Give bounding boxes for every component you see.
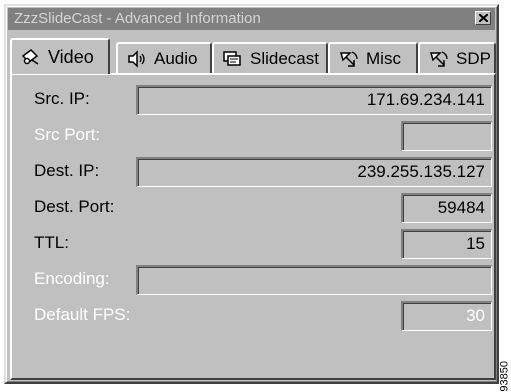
close-button[interactable]: [475, 11, 491, 25]
camera-icon: [21, 49, 39, 65]
tab-label: Audio: [154, 48, 198, 68]
tab-slidecast[interactable]: Slidecast: [212, 42, 328, 73]
dest-ip-field[interactable]: 239.255.135.127: [136, 157, 492, 187]
tab-sdp[interactable]: SDP: [418, 42, 496, 73]
dest-port-field[interactable]: 59484: [401, 193, 492, 223]
satellite-icon: [430, 50, 448, 67]
title-bar[interactable]: ZzzSlideCast - Advanced Information: [8, 8, 495, 30]
dest-ip-label: Dest. IP:: [34, 161, 100, 180]
window-title: ZzzSlideCast - Advanced Information: [14, 10, 261, 27]
ttl-label: TTL:: [34, 233, 69, 252]
default-fps-label: Default FPS:: [34, 305, 131, 324]
dest-port-label: Dest. Port:: [34, 197, 115, 216]
ttl-field[interactable]: 15: [401, 229, 492, 259]
encoding-field: [136, 265, 492, 295]
tab-label: Misc: [366, 48, 401, 68]
src-ip-label: Src. IP:: [34, 89, 90, 108]
encoding-label: Encoding:: [34, 269, 110, 288]
close-icon: [479, 14, 488, 22]
video-tab-panel: Src. IP: 171.69.234.141 Src Port: Dest. …: [10, 73, 496, 380]
tab-video[interactable]: Video: [10, 38, 110, 74]
speaker-icon: [128, 49, 145, 68]
tab-misc[interactable]: Misc: [328, 42, 418, 73]
tab-label: SDP: [456, 48, 491, 68]
default-fps-field: 30: [401, 301, 492, 331]
satellite-icon: [340, 50, 358, 67]
figure-number: 93850: [499, 361, 511, 392]
slides-icon: [223, 50, 241, 66]
src-port-label: Src Port:: [34, 125, 101, 144]
tab-audio[interactable]: Audio: [116, 42, 212, 73]
tab-strip: Video Audio Slidecast Misc SDP: [10, 38, 496, 74]
tab-label: Slidecast: [250, 48, 319, 68]
src-port-field: [401, 121, 492, 151]
src-ip-field[interactable]: 171.69.234.141: [136, 85, 492, 115]
tab-label: Video: [48, 46, 94, 67]
advanced-information-window: ZzzSlideCast - Advanced Information Vide…: [4, 4, 499, 384]
